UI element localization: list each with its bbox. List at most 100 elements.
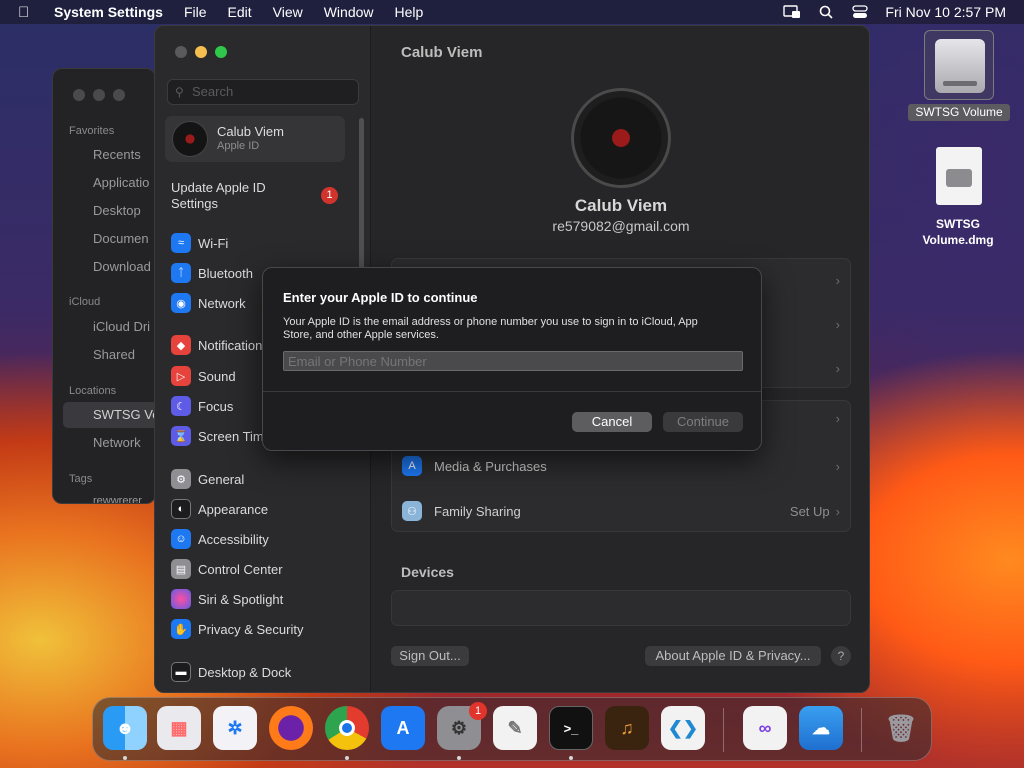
sidebar-item-wifi[interactable]: ≈ Wi-Fi [171,232,228,254]
finder-item-recents[interactable]: Recents [93,147,141,162]
chrome-icon[interactable] [325,706,369,750]
finder-item-tag[interactable]: rewwrerer [93,495,142,503]
textedit-icon[interactable]: ✎ [493,706,537,750]
avatar [172,121,208,157]
finder-icon[interactable]: ☻ [103,706,147,750]
about-apple-id-button[interactable]: About Apple ID & Privacy... [645,646,821,666]
menu-view[interactable]: View [273,4,303,20]
running-indicator [123,756,127,760]
trash-icon[interactable]: 🗑 [879,706,923,750]
finder-item-shared[interactable]: Shared [93,347,135,362]
sidebar-item-sound[interactable]: ▷ Sound [171,365,236,387]
finder-window: Favorites Recents Applicatio Desktop Doc… [52,68,156,504]
spotlight-search-icon[interactable] [817,5,835,19]
dock: ☻ ▦ ✲ A ⚙ 1 ✎ >_ ♫ ❮❯ ∞ ☁ 🗑 [92,697,932,761]
row-family-sharing[interactable]: ⚇ Family Sharing Set Up › [402,496,840,526]
volume-label[interactable]: SWTSG Volume [908,104,1010,121]
email-phone-input[interactable] [283,351,743,371]
sidebar-item-screen-time[interactable]: ⌛ Screen Time [171,425,271,447]
control-center-icon: ▤ [171,559,191,579]
menu-app-name[interactable]: System Settings [54,4,163,20]
appearance-icon: ◐ [171,499,191,519]
profile-avatar-large[interactable] [571,88,671,188]
continue-button[interactable]: Continue [663,412,743,432]
dmg-file-icon[interactable] [936,147,982,205]
row-label: Family Sharing [434,503,521,519]
minimize-button[interactable] [195,46,207,58]
sidebar-item-label: General [198,471,245,487]
devices-panel [391,590,851,626]
menu-help[interactable]: Help [395,4,424,20]
sidebar-item-label: Control Center [198,561,283,577]
sidebar-item-accessibility[interactable]: ☺ Accessibility [171,528,269,550]
dialog-divider [263,391,761,392]
finder-item-swtsg-volume[interactable]: SWTSG Vo [93,407,155,422]
bell-icon: ◆ [171,335,191,355]
sidebar-item-focus[interactable]: ☾ Focus [171,395,233,417]
sidebar-item-desktop-dock[interactable]: ▬ Desktop & Dock [171,661,291,683]
finder-item-applications[interactable]: Applicatio [93,175,149,190]
garageband-icon[interactable]: ♫ [605,706,649,750]
screen-mirroring-icon[interactable] [783,5,801,19]
app-store-icon[interactable]: A [381,706,425,750]
firefox-icon[interactable] [269,706,313,750]
apple-menu-icon[interactable]:  [18,4,36,21]
menu-file[interactable]: File [184,4,207,20]
sidebar-item-privacy-security[interactable]: ✋ Privacy & Security [171,618,303,640]
finder-traffic-lights[interactable] [73,89,125,101]
menu-bar:  System Settings File Edit View Window … [0,0,1024,24]
sidebar-apple-id-profile[interactable]: Calub Viem Apple ID [165,116,345,162]
devices-header: Devices [401,564,454,580]
safari-icon[interactable]: ✲ [213,706,257,750]
control-center-icon[interactable] [851,5,869,19]
hourglass-icon: ⌛ [171,426,191,446]
finder-item-network[interactable]: Network [93,435,141,450]
finder-item-downloads[interactable]: Download [93,259,151,274]
sidebar-item-notifications[interactable]: ◆ Notifications [171,334,269,356]
sidebar-item-label: Privacy & Security [198,621,304,637]
help-button[interactable]: ? [831,646,851,666]
zoom-button[interactable] [215,46,227,58]
row-value: Set Up [789,503,830,519]
volume-drive-icon[interactable] [924,30,994,100]
sidebar-item-appearance[interactable]: ◐ Appearance [171,498,268,520]
sidebar-item-label: Notifications [198,337,269,353]
launchpad-icon[interactable]: ▦ [157,706,201,750]
sidebar-item-label: Focus [198,398,234,414]
sidebar-search-field[interactable]: ⚲ Search [167,79,359,105]
sign-out-button[interactable]: Sign Out... [391,646,469,666]
terminal-icon[interactable]: >_ [549,706,593,750]
settings-badge: 1 [469,702,487,720]
chevron-right-icon: › [835,316,840,332]
family-icon: ⚇ [402,501,422,521]
vscode-icon[interactable]: ❮❯ [661,706,705,750]
sidebar-update-apple-id[interactable]: Update Apple ID Settings [171,180,291,212]
page-title: Calub Viem [401,44,483,61]
profile-email: re579082@gmail.com [552,218,690,234]
menu-edit[interactable]: Edit [228,4,252,20]
cancel-button[interactable]: Cancel [572,412,652,432]
weather-icon[interactable]: ☁ [799,706,843,750]
dialog-message: Your Apple ID is the email address or ph… [283,316,698,341]
sidebar-item-network[interactable]: ◉ Network [171,292,246,314]
sidebar-item-siri-spotlight[interactable]: Siri & Spotlight [171,588,283,610]
visual-studio-icon[interactable]: ∞ [743,706,787,750]
dock-icon: ▬ [171,662,191,682]
sidebar-item-label: Network [198,295,246,311]
accessibility-icon: ☺ [171,529,191,549]
finder-item-documents[interactable]: Documen [93,231,149,246]
sidebar-item-general[interactable]: ⚙ General [171,468,244,490]
dmg-label[interactable]: SWTSG Volume.dmg [910,216,1006,248]
chevron-right-icon: › [835,360,840,376]
menubar-datetime[interactable]: Fri Nov 10 2:57 PM [885,4,1006,20]
menu-window[interactable]: Window [324,4,374,20]
window-traffic-lights [175,46,227,58]
finder-item-desktop[interactable]: Desktop [93,203,141,218]
close-button[interactable] [175,46,187,58]
finder-item-icloud-drive[interactable]: iCloud Dri [93,319,150,334]
sidebar-item-control-center[interactable]: ▤ Control Center [171,558,283,580]
sidebar-item-bluetooth[interactable]: ᛏ Bluetooth [171,262,253,284]
sidebar-item-label: Siri & Spotlight [198,591,284,607]
sidebar-scrollbar[interactable] [359,118,364,288]
row-media-purchases[interactable]: A Media & Purchases › [402,451,840,481]
